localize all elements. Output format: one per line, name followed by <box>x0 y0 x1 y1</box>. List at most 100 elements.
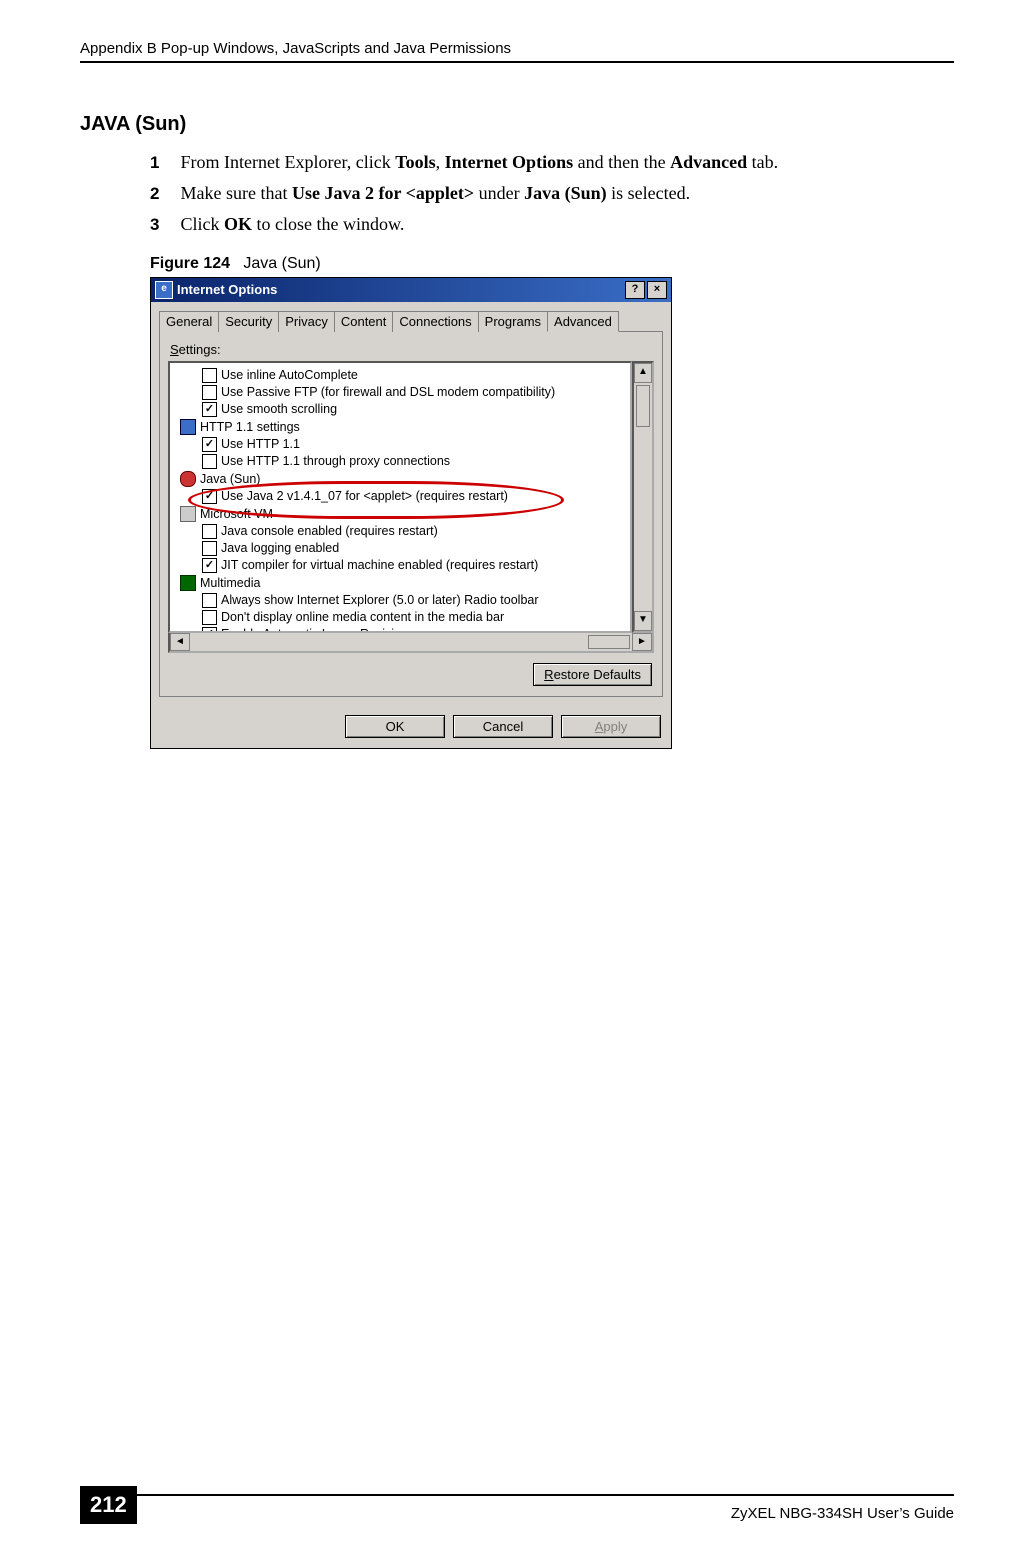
checkbox-icon[interactable] <box>202 627 217 633</box>
tab-advanced-panel: Settings: Use inline AutoComplete Use Pas… <box>159 331 663 697</box>
restore-label: estore Defaults <box>554 667 641 682</box>
setting-label: JIT compiler for virtual machine enabled… <box>221 558 538 572</box>
setting-checkbox-row[interactable]: Use HTTP 1.1 <box>172 436 628 453</box>
scroll-track[interactable] <box>634 429 652 611</box>
setting-category-row: Multimedia <box>172 574 628 592</box>
setting-label: Microsoft VM <box>200 507 273 521</box>
step-bold-1: Tools <box>395 152 435 172</box>
hscroll-thumb[interactable] <box>588 635 630 649</box>
dialog-title: Internet Options <box>177 282 277 297</box>
checkbox-icon[interactable] <box>202 402 217 417</box>
checkbox-icon[interactable] <box>202 593 217 608</box>
hscroll-track[interactable] <box>190 633 586 651</box>
checkbox-icon[interactable] <box>202 437 217 452</box>
restore-defaults-button[interactable]: Restore Defaults <box>533 663 652 686</box>
tab-connections[interactable]: Connections <box>392 311 478 332</box>
scroll-up-button[interactable]: ▲ <box>634 363 652 383</box>
figure-caption: Figure 124 Java (Sun) <box>150 255 934 273</box>
setting-label: Use Java 2 v1.4.1_07 for <applet> (requi… <box>221 489 508 503</box>
apply-button[interactable]: Apply <box>561 715 661 738</box>
step-text-mid2: is selected. <box>607 183 690 203</box>
checkbox-icon[interactable] <box>202 541 217 556</box>
setting-checkbox-row[interactable]: Enable Automatic Image Resizing <box>172 626 628 633</box>
scroll-right-button[interactable]: ► <box>632 633 652 651</box>
setting-label: Use HTTP 1.1 <box>221 437 300 451</box>
tab-programs[interactable]: Programs <box>478 311 548 332</box>
setting-checkbox-row[interactable]: Always show Internet Explorer (5.0 or la… <box>172 592 628 609</box>
setting-checkbox-row[interactable]: Use HTTP 1.1 through proxy connections <box>172 453 628 470</box>
setting-checkbox-row[interactable]: Use inline AutoComplete <box>172 367 628 384</box>
tab-strip: General Security Privacy Content Connect… <box>151 302 671 331</box>
step-text-mid1: to close the window. <box>252 214 404 234</box>
step-bold-2: Java (Sun) <box>524 183 607 203</box>
internet-options-dialog: e Internet Options ? × General Security … <box>150 277 672 749</box>
step-bold-1: OK <box>224 214 252 234</box>
setting-label: Java console enabled (requires restart) <box>221 524 438 538</box>
setting-label: Java logging enabled <box>221 541 339 555</box>
settings-label: Settings: <box>170 342 654 357</box>
section-heading: JAVA (Sun) <box>80 113 934 136</box>
tab-security[interactable]: Security <box>218 311 279 332</box>
scroll-down-button[interactable]: ▼ <box>634 611 652 631</box>
step-1: 1 From Internet Explorer, click Tools, I… <box>150 150 934 175</box>
step-text-mid1: , <box>436 152 445 172</box>
restore-accel: R <box>544 667 553 682</box>
setting-checkbox-row[interactable]: Java console enabled (requires restart) <box>172 523 628 540</box>
step-text-mid2: and then the <box>573 152 670 172</box>
step-number: 3 <box>150 214 176 237</box>
tab-privacy[interactable]: Privacy <box>278 311 335 332</box>
setting-category-row: HTTP 1.1 settings <box>172 418 628 436</box>
ie-icon: e <box>155 281 173 299</box>
page-content: JAVA (Sun) 1 From Internet Explorer, cli… <box>0 63 1014 749</box>
setting-label: Enable Automatic Image Resizing <box>221 627 408 633</box>
checkbox-icon[interactable] <box>202 489 217 504</box>
setting-checkbox-row[interactable]: Use Java 2 v1.4.1_07 for <applet> (requi… <box>172 488 628 505</box>
figure-title: Java (Sun) <box>243 255 320 272</box>
setting-label: Use Passive FTP (for firewall and DSL mo… <box>221 385 555 399</box>
ie-icon <box>180 419 196 435</box>
scroll-left-button[interactable]: ◄ <box>170 633 190 651</box>
setting-label: Use inline AutoComplete <box>221 368 358 382</box>
dialog-titlebar[interactable]: e Internet Options ? × <box>151 278 671 302</box>
setting-label: Don't display online media content in th… <box>221 610 504 624</box>
help-button[interactable]: ? <box>625 281 645 299</box>
setting-checkbox-row[interactable]: Java logging enabled <box>172 540 628 557</box>
horizontal-scrollbar[interactable]: ◄ ► <box>168 631 654 653</box>
setting-label: HTTP 1.1 settings <box>200 420 300 434</box>
step-number: 2 <box>150 183 176 206</box>
checkbox-icon[interactable] <box>202 558 217 573</box>
settings-label-text: ettings: <box>179 342 221 357</box>
settings-accel: S <box>170 342 179 357</box>
figure-label: Figure 124 <box>150 255 230 272</box>
setting-checkbox-row[interactable]: JIT compiler for virtual machine enabled… <box>172 557 628 574</box>
setting-checkbox-row[interactable]: Use Passive FTP (for firewall and DSL mo… <box>172 384 628 401</box>
checkbox-icon[interactable] <box>202 524 217 539</box>
setting-checkbox-row[interactable]: Use smooth scrolling <box>172 401 628 418</box>
apply-label: pply <box>603 719 627 734</box>
tab-general[interactable]: General <box>159 311 219 332</box>
setting-checkbox-row[interactable]: Don't display online media content in th… <box>172 609 628 626</box>
checkbox-icon[interactable] <box>202 385 217 400</box>
scroll-thumb[interactable] <box>636 385 650 427</box>
checkbox-icon[interactable] <box>202 454 217 469</box>
setting-label: Always show Internet Explorer (5.0 or la… <box>221 593 539 607</box>
instruction-list: 1 From Internet Explorer, click Tools, I… <box>150 150 934 237</box>
step-text-pre: From Internet Explorer, click <box>181 152 396 172</box>
setting-category-row: Microsoft VM <box>172 505 628 523</box>
setting-label: Use smooth scrolling <box>221 402 337 416</box>
step-bold-3: Advanced <box>670 152 747 172</box>
checkbox-icon[interactable] <box>202 368 217 383</box>
vertical-scrollbar[interactable]: ▲ ▼ <box>632 361 654 633</box>
cancel-button[interactable]: Cancel <box>453 715 553 738</box>
setting-category-row: Java (Sun) <box>172 470 628 488</box>
step-3: 3 Click OK to close the window. <box>150 212 934 237</box>
vm-icon <box>180 506 196 522</box>
checkbox-icon[interactable] <box>202 610 217 625</box>
ok-button[interactable]: OK <box>345 715 445 738</box>
tab-advanced[interactable]: Advanced <box>547 311 619 332</box>
step-text-pre: Click <box>181 214 225 234</box>
running-header: Appendix B Pop-up Windows, JavaScripts a… <box>80 40 954 63</box>
tab-content[interactable]: Content <box>334 311 394 332</box>
close-button[interactable]: × <box>647 281 667 299</box>
settings-tree[interactable]: Use inline AutoComplete Use Passive FTP (… <box>168 361 632 633</box>
